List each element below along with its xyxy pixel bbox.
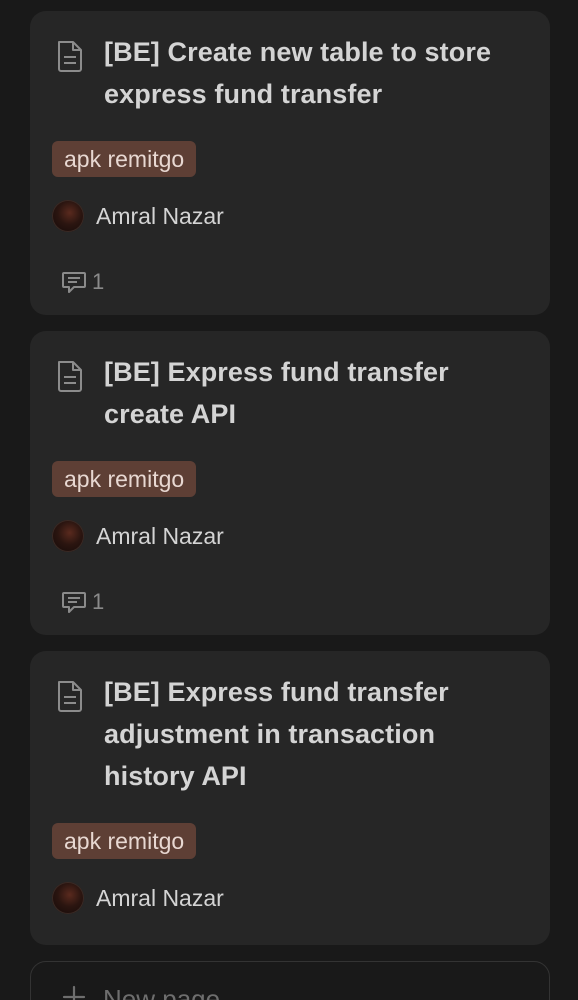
board-card[interactable]: [BE] Express fund transfer adjustment in… xyxy=(30,651,550,945)
tag-badge: apk remitgo xyxy=(52,823,197,859)
assignee-name: Amral Nazar xyxy=(96,885,224,911)
comment-count[interactable]: 1 xyxy=(60,267,104,297)
comment-count-value: 1 xyxy=(92,269,105,294)
comment-count[interactable]: 1 xyxy=(60,587,104,617)
card-title[interactable]: [BE] Create new table to store express f… xyxy=(104,31,524,115)
assignee: Amral Nazar xyxy=(52,881,224,915)
comment-icon xyxy=(60,588,88,616)
card-title[interactable]: [BE] Express fund transfer adjustment in… xyxy=(104,671,524,797)
assignee: Amral Nazar xyxy=(52,519,224,553)
comment-icon xyxy=(60,268,88,296)
new-page-label: New page xyxy=(103,984,221,1000)
document-icon xyxy=(54,39,86,73)
assignee-name: Amral Nazar xyxy=(96,203,224,229)
assignee: Amral Nazar xyxy=(52,199,224,233)
avatar xyxy=(52,520,84,552)
board-column: [BE] Create new table to store express f… xyxy=(0,0,578,1000)
document-icon xyxy=(54,679,86,713)
tag-badge: apk remitgo xyxy=(52,461,197,497)
tag-badge: apk remitgo xyxy=(52,141,197,177)
card-title[interactable]: [BE] Express fund transfer create API xyxy=(104,351,524,435)
avatar xyxy=(52,882,84,914)
avatar xyxy=(52,200,84,232)
comment-count-value: 1 xyxy=(92,589,105,614)
board-card[interactable]: [BE] Create new table to store express f… xyxy=(30,11,550,315)
document-icon xyxy=(54,359,86,393)
assignee-name: Amral Nazar xyxy=(96,523,224,549)
board-card[interactable]: [BE] Express fund transfer create API ap… xyxy=(30,331,550,635)
new-page-button[interactable]: New page xyxy=(30,961,550,1000)
plus-icon xyxy=(61,984,87,1000)
